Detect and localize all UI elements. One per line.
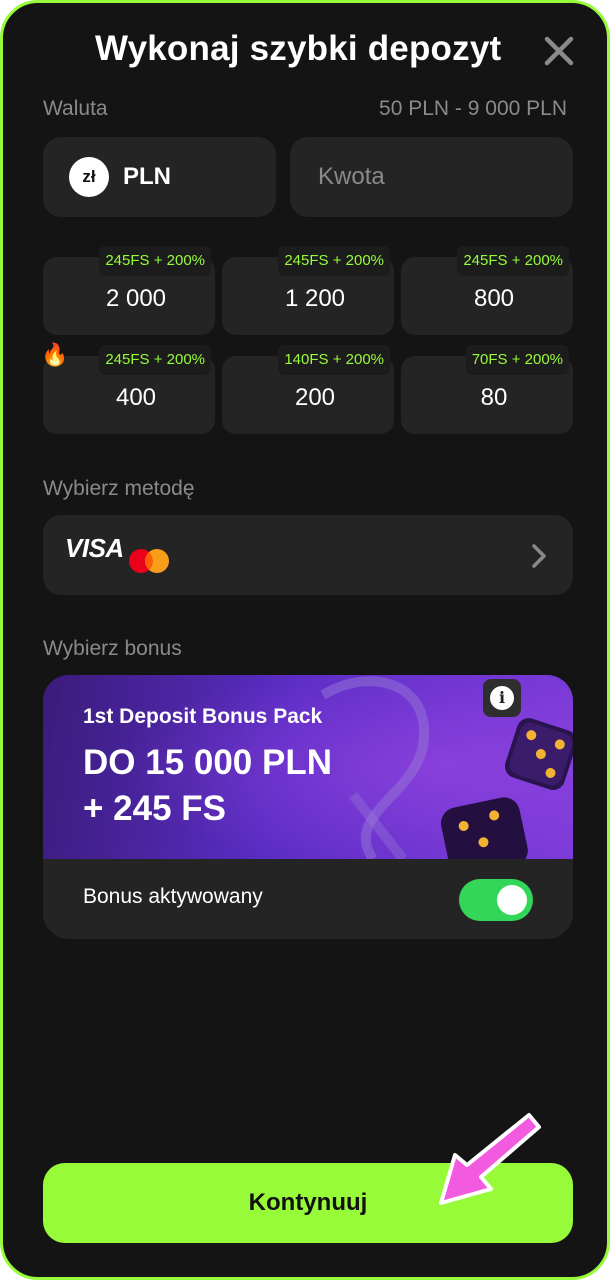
zloty-icon: zł bbox=[69, 157, 109, 197]
bonus-subtitle: 1st Deposit Bonus Pack bbox=[83, 705, 323, 728]
deposit-modal: Wykonaj szybki depozyt Waluta 50 PLN - 9… bbox=[0, 0, 610, 1280]
preset-chip[interactable]: 245FS + 200% 2 000 bbox=[43, 246, 215, 335]
amount-field-wrapper bbox=[290, 137, 573, 217]
info-icon: i bbox=[490, 686, 514, 710]
preset-bonus-tag: 70FS + 200% bbox=[465, 345, 569, 375]
preset-bonus-tag: 245FS + 200% bbox=[457, 246, 569, 276]
bonus-amount: DO 15 000 PLN bbox=[83, 743, 332, 782]
continue-button[interactable]: Kontynuuj bbox=[43, 1163, 573, 1243]
amount-input[interactable] bbox=[290, 137, 573, 217]
amount-range: 50 PLN - 9 000 PLN bbox=[379, 97, 567, 120]
mastercard-logo bbox=[129, 549, 169, 573]
method-label: Wybierz metodę bbox=[43, 477, 195, 500]
preset-chip[interactable]: 245FS + 200% 800 bbox=[401, 246, 573, 335]
currency-selector[interactable]: zł PLN bbox=[43, 137, 276, 217]
preset-amount: 200 bbox=[294, 384, 336, 411]
info-button[interactable]: i bbox=[483, 679, 521, 717]
bonus-free-spins: + 245 FS bbox=[83, 789, 227, 828]
preset-chip[interactable]: 70FS + 200% 80 bbox=[401, 345, 573, 434]
bonus-banner: 1st Deposit Bonus Pack DO 15 000 PLN + 2… bbox=[43, 675, 573, 859]
modal-title: Wykonaj szybki depozyt bbox=[95, 29, 502, 68]
chevron-right-icon bbox=[532, 544, 546, 568]
preset-chip[interactable]: 245FS + 200% 1 200 bbox=[222, 246, 394, 335]
preset-bonus-tag: 140FS + 200% bbox=[278, 345, 390, 375]
preset-amount: 2 000 bbox=[105, 285, 167, 312]
preset-bonus-tag: 245FS + 200% bbox=[278, 246, 390, 276]
bonus-toggle[interactable] bbox=[459, 879, 533, 921]
preset-chip[interactable]: 140FS + 200% 200 bbox=[222, 345, 394, 434]
preset-chip[interactable]: 🔥 245FS + 200% 400 bbox=[41, 342, 215, 434]
payment-method-selector[interactable]: VISA bbox=[43, 515, 573, 595]
currency-code: PLN bbox=[123, 163, 171, 190]
toggle-knob bbox=[497, 885, 527, 915]
bonus-status-label: Bonus aktywowany bbox=[83, 885, 263, 908]
bonus-card[interactable]: 1st Deposit Bonus Pack DO 15 000 PLN + 2… bbox=[43, 675, 573, 939]
close-icon[interactable] bbox=[539, 31, 579, 71]
fire-icon: 🔥 bbox=[41, 342, 69, 367]
preset-amount: 400 bbox=[115, 384, 157, 411]
bonus-label: Wybierz bonus bbox=[43, 637, 182, 660]
preset-amount: 800 bbox=[473, 285, 515, 312]
currency-label: Waluta bbox=[43, 97, 108, 120]
visa-logo: VISA bbox=[65, 533, 124, 563]
preset-amount: 80 bbox=[480, 384, 508, 411]
preset-amount: 1 200 bbox=[284, 285, 346, 312]
preset-bonus-tag: 245FS + 200% bbox=[99, 345, 211, 375]
preset-bonus-tag: 245FS + 200% bbox=[99, 246, 211, 276]
